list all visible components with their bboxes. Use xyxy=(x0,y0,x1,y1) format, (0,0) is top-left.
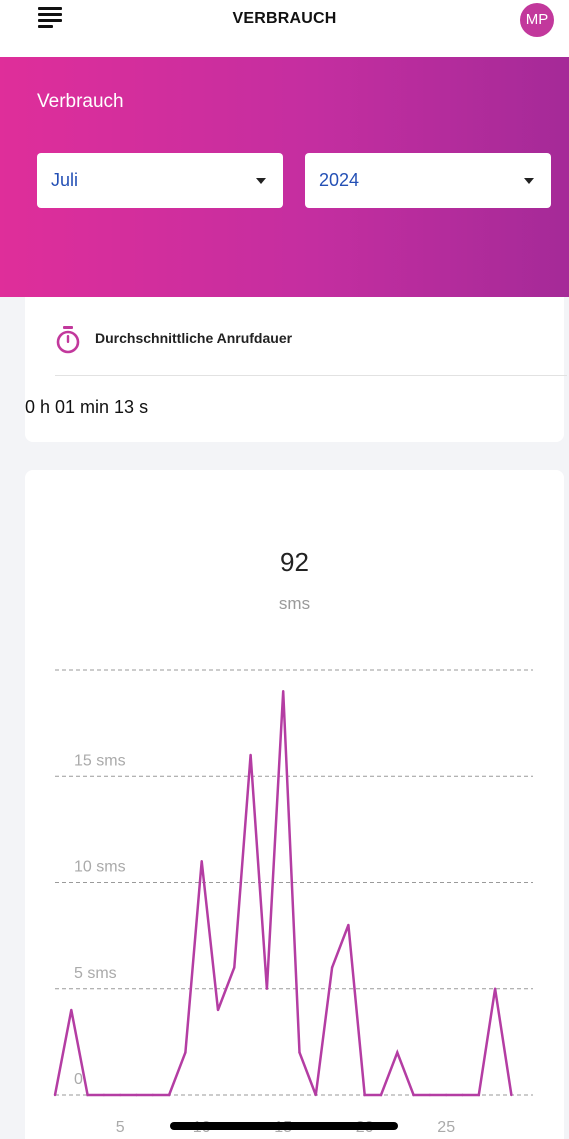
data-point xyxy=(445,1093,448,1097)
call-duration-value: 0 h 01 min 13 s xyxy=(25,397,149,417)
chevron-down-icon xyxy=(256,178,266,184)
y-tick-label: 15 sms xyxy=(74,752,126,769)
data-point xyxy=(119,1093,122,1097)
data-point xyxy=(314,1093,317,1097)
month-select[interactable]: Juli xyxy=(37,153,283,208)
data-point xyxy=(265,987,269,990)
call-duration-card: Durchschnittliche Anrufdauer 0 h 01 min … xyxy=(25,297,567,442)
data-point xyxy=(167,1093,171,1097)
avatar[interactable]: MP xyxy=(520,3,554,37)
divider xyxy=(55,375,567,376)
data-point xyxy=(86,1093,89,1097)
data-point xyxy=(282,690,285,693)
chevron-down-icon xyxy=(524,178,534,184)
data-point xyxy=(135,1093,138,1097)
data-point xyxy=(379,1093,383,1097)
y-tick-label: 10 sms xyxy=(74,859,126,876)
data-point xyxy=(461,1093,464,1097)
year-select[interactable]: 2024 xyxy=(305,153,551,208)
y-tick-label: 0 xyxy=(74,1071,83,1088)
data-point xyxy=(233,966,236,969)
data-point xyxy=(102,1093,106,1097)
data-point xyxy=(249,753,252,757)
data-point xyxy=(298,1051,301,1054)
data-point xyxy=(216,1008,220,1012)
data-point xyxy=(396,1051,399,1054)
data-point xyxy=(363,1093,366,1097)
data-point xyxy=(184,1051,187,1054)
data-point xyxy=(200,860,203,863)
stopwatch-icon xyxy=(56,326,80,354)
data-point xyxy=(477,1093,480,1097)
data-point xyxy=(347,923,350,927)
sms-usage-card: 92 sms 05 sms10 sms15 sms510152025 xyxy=(25,470,564,1139)
data-point xyxy=(510,1093,513,1097)
hero-banner: Verbrauch Juli 2024 xyxy=(0,57,569,297)
card-title: Durchschnittliche Anrufdauer xyxy=(95,330,293,346)
x-tick-label: 25 xyxy=(437,1119,455,1136)
page-title: VERBRAUCH xyxy=(232,10,337,27)
app-header: VERBRAUCH MP xyxy=(0,0,569,57)
home-indicator xyxy=(170,1122,398,1130)
data-point xyxy=(493,987,497,990)
data-point xyxy=(70,1008,73,1012)
data-point xyxy=(412,1093,415,1097)
hero-label: Verbrauch xyxy=(37,91,124,112)
x-tick-label: 5 xyxy=(116,1119,125,1136)
month-select-value: Juli xyxy=(51,170,79,190)
data-point xyxy=(428,1093,432,1097)
data-point xyxy=(330,966,334,969)
year-select-value: 2024 xyxy=(319,170,360,190)
sms-line-chart: 05 sms10 sms15 sms510152025 xyxy=(53,669,533,1136)
data-point xyxy=(53,1093,57,1097)
data-point xyxy=(151,1093,154,1097)
y-tick-label: 5 sms xyxy=(74,965,117,982)
